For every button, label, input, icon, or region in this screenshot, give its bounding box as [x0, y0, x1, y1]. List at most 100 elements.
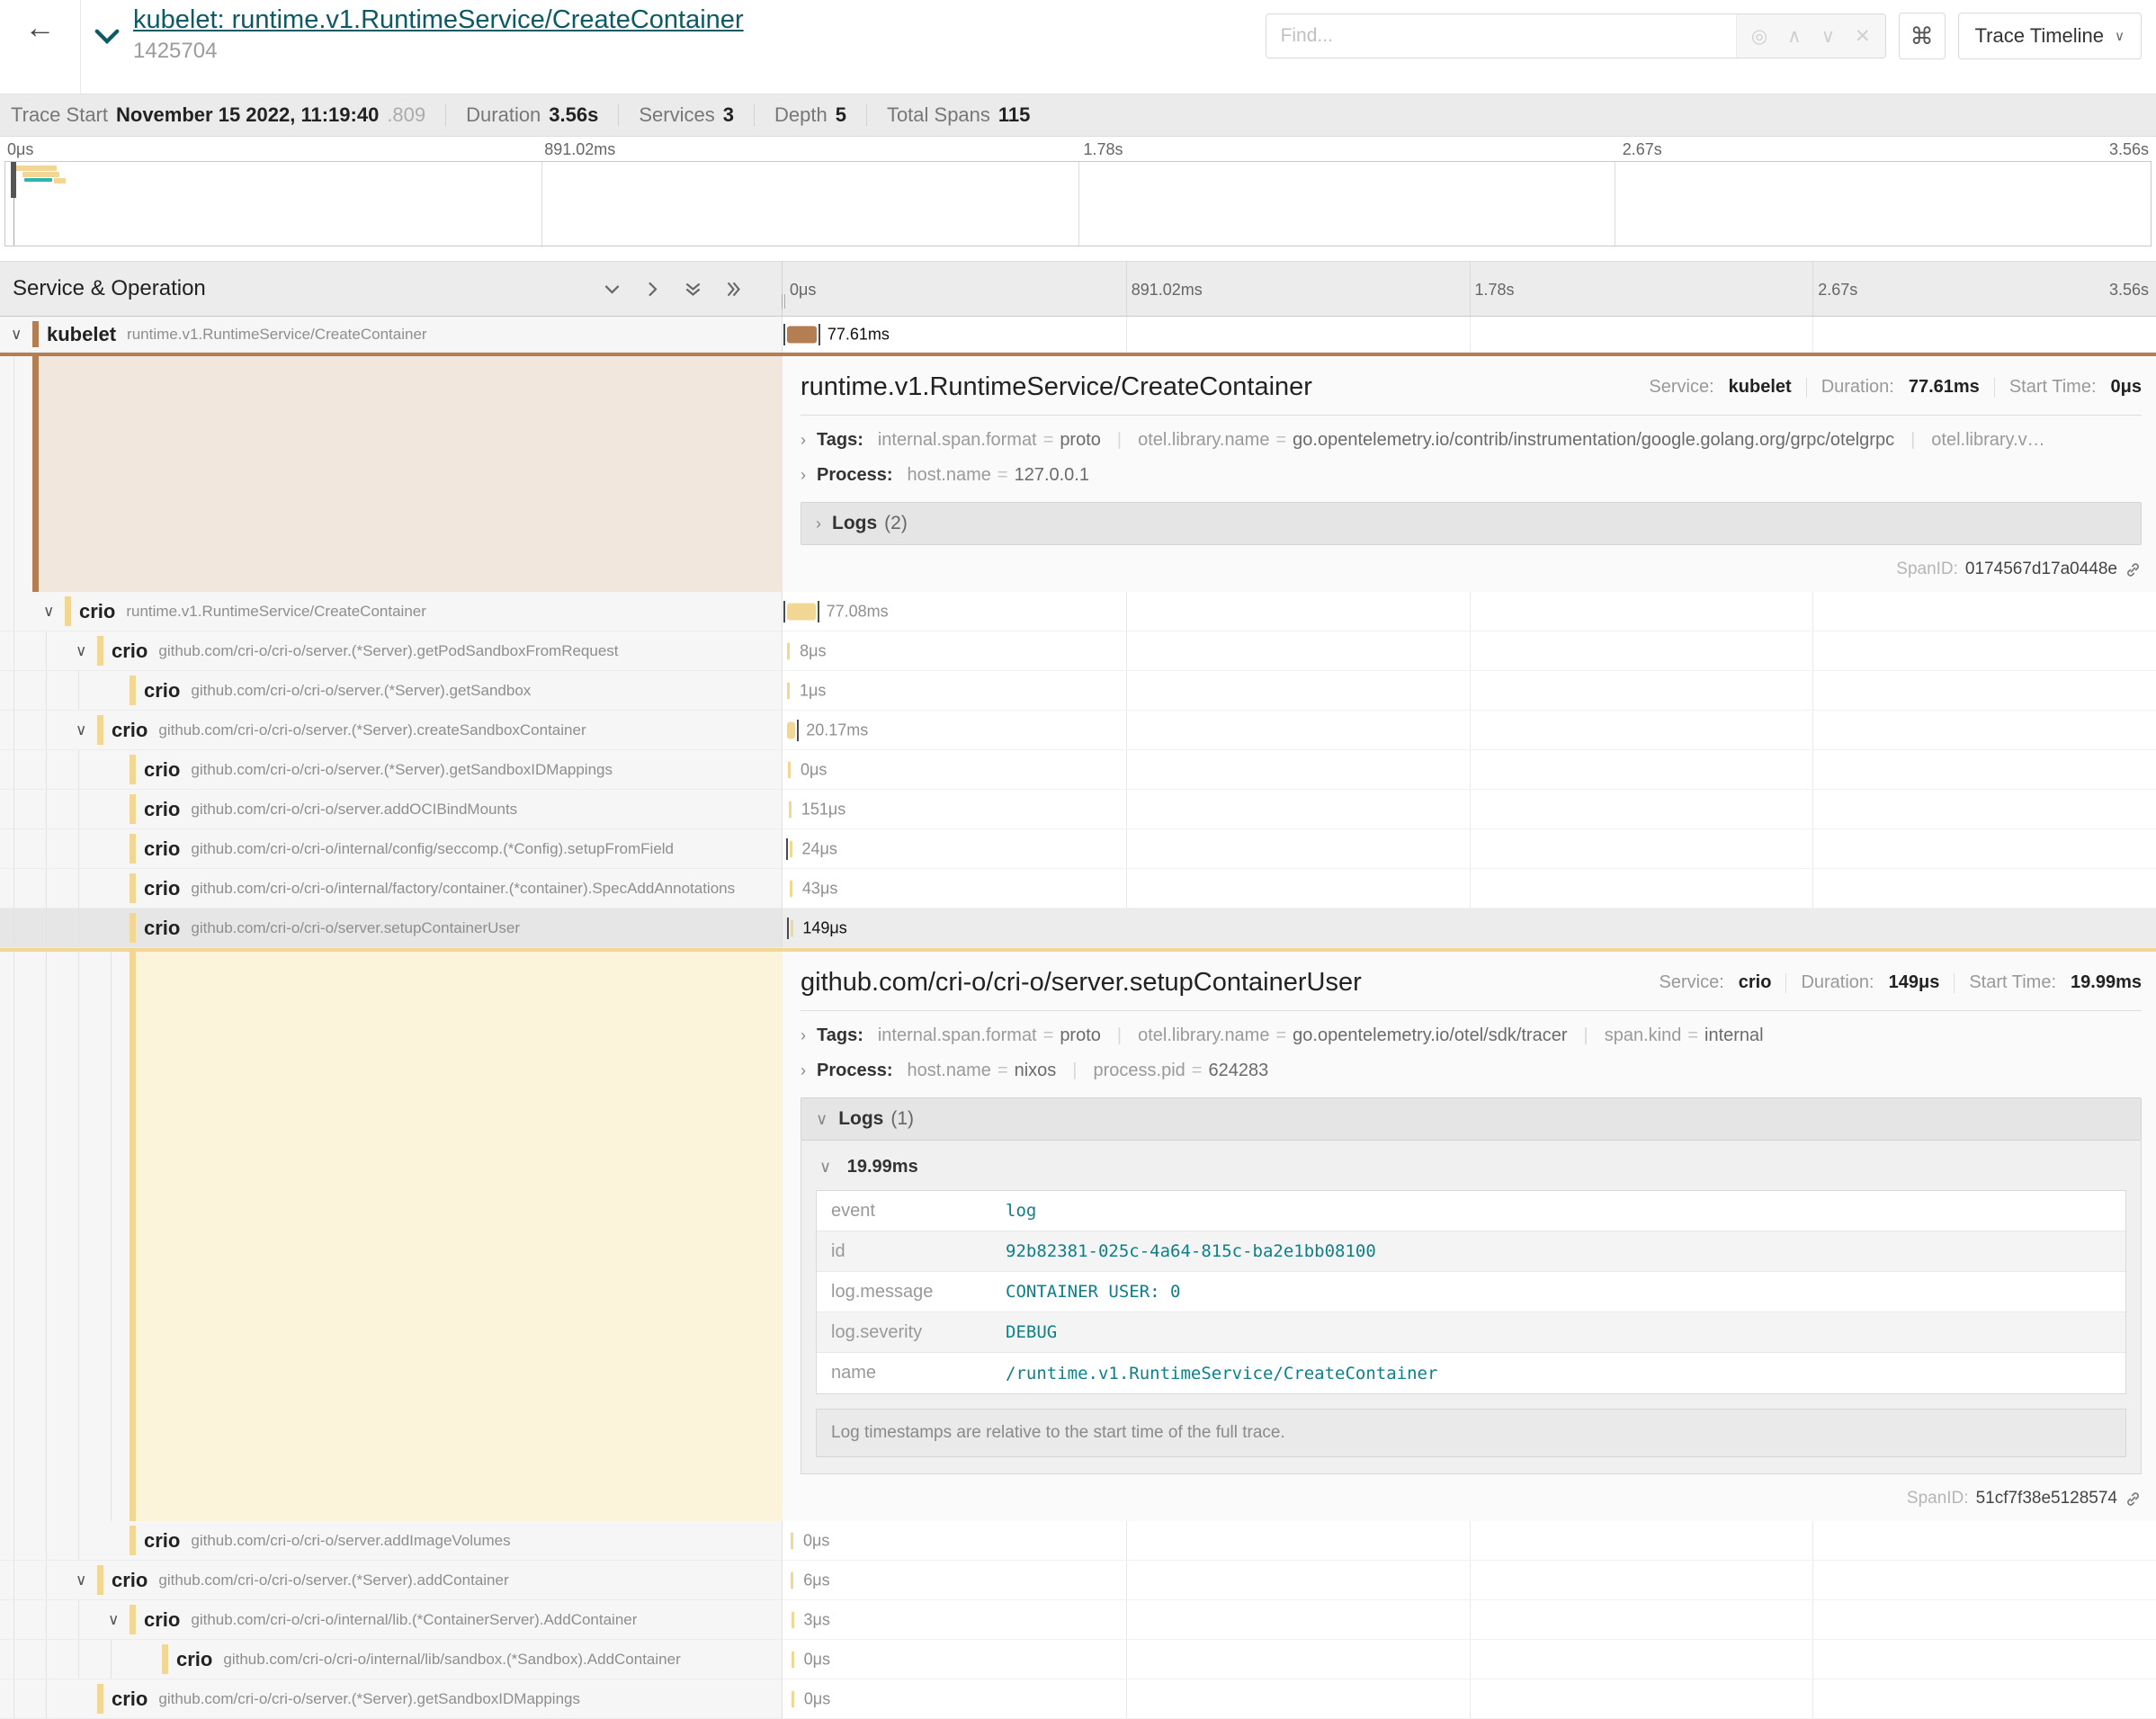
span-duration-bar[interactable]: [789, 801, 792, 818]
span-row[interactable]: ∨crioruntime.v1.RuntimeService/CreateCon…: [0, 592, 2156, 631]
span-row-timeline[interactable]: 43μs: [783, 869, 2156, 909]
trace-header-collapse-toggle[interactable]: [94, 27, 121, 94]
span-row-name[interactable]: ∨crioruntime.v1.RuntimeService/CreateCon…: [0, 592, 783, 631]
span-row-name[interactable]: criogithub.com/cri-o/cri-o/server.addOCI…: [0, 790, 783, 829]
find-clear-icon[interactable]: ✕: [1855, 25, 1871, 48]
span-row[interactable]: ∨criogithub.com/cri-o/cri-o/internal/lib…: [0, 1600, 2156, 1640]
span-row-name[interactable]: ∨criogithub.com/cri-o/cri-o/server.(*Ser…: [0, 1561, 783, 1600]
span-duration-bar[interactable]: [791, 919, 793, 936]
span-row[interactable]: ∨criogithub.com/cri-o/cri-o/server.(*Ser…: [0, 711, 2156, 750]
timeline-tick-label: 3.56s: [2109, 281, 2149, 300]
span-duration-bar[interactable]: [787, 603, 815, 620]
chevron-down-icon[interactable]: ∨: [76, 721, 86, 739]
indent-guide: [111, 1640, 112, 1679]
span-row-name[interactable]: ∨criogithub.com/cri-o/cri-o/server.(*Ser…: [0, 631, 783, 671]
locate-span-icon[interactable]: ◎: [1751, 25, 1767, 48]
logs-accordion[interactable]: › Logs (2): [801, 502, 2142, 545]
log-entry-toggle[interactable]: ∨ 19.99ms: [819, 1157, 2126, 1177]
kv-pair: process.pid=624283: [1093, 1061, 1268, 1081]
span-duration-bar[interactable]: [792, 1690, 794, 1707]
process-accordion[interactable]: › Process: host.name=127.0.0.1: [801, 465, 2142, 486]
span-duration-bar[interactable]: [787, 642, 790, 659]
keyboard-shortcuts-button[interactable]: ⌘: [1899, 13, 1946, 59]
span-row-name[interactable]: ∨criogithub.com/cri-o/cri-o/server.(*Ser…: [0, 711, 783, 750]
chevron-down-icon[interactable]: ∨: [76, 1571, 86, 1589]
find-next-icon[interactable]: ∨: [1821, 25, 1835, 48]
find-input[interactable]: [1266, 14, 1736, 58]
collapse-all-icon[interactable]: [684, 281, 702, 298]
span-row[interactable]: criogithub.com/cri-o/cri-o/server.(*Serv…: [0, 750, 2156, 790]
span-row-timeline[interactable]: 24μs: [783, 829, 2156, 869]
span-row[interactable]: ∨kubeletruntime.v1.RuntimeService/Create…: [0, 317, 2156, 353]
trace-title-link[interactable]: kubelet: runtime.v1.RuntimeService/Creat…: [133, 5, 744, 35]
copy-link-icon[interactable]: [2125, 561, 2142, 578]
chevron-down-icon[interactable]: ∨: [76, 642, 86, 660]
span-row[interactable]: criogithub.com/cri-o/cri-o/internal/lib/…: [0, 1640, 2156, 1679]
span-row-timeline[interactable]: 77.08ms: [783, 592, 2156, 631]
span-row-timeline[interactable]: 149μs: [783, 909, 2156, 948]
chevron-down-icon[interactable]: ∨: [108, 1611, 119, 1629]
meta-value: 5: [836, 103, 846, 127]
span-row[interactable]: ∨criogithub.com/cri-o/cri-o/server.(*Ser…: [0, 631, 2156, 671]
span-row-timeline[interactable]: 77.61ms: [783, 317, 2156, 353]
span-row-name[interactable]: ∨criogithub.com/cri-o/cri-o/internal/lib…: [0, 1600, 783, 1640]
span-duration-bar[interactable]: [788, 761, 791, 778]
logs-accordion[interactable]: ∨ Logs (1): [801, 1097, 2142, 1141]
span-row[interactable]: criogithub.com/cri-o/cri-o/internal/fact…: [0, 869, 2156, 909]
view-selector-dropdown[interactable]: Trace Timeline ∨: [1958, 13, 2142, 59]
tags-accordion[interactable]: › Tags: internal.span.format=proto|otel.…: [801, 430, 2142, 451]
span-row[interactable]: criogithub.com/cri-o/cri-o/server.addOCI…: [0, 790, 2156, 829]
span-row-timeline[interactable]: 0μs: [783, 1679, 2156, 1719]
trace-minimap[interactable]: [4, 161, 2152, 246]
span-duration-bar[interactable]: [787, 326, 817, 343]
span-duration-bar[interactable]: [787, 682, 790, 699]
span-row-timeline[interactable]: 3μs: [783, 1600, 2156, 1640]
span-row-name[interactable]: criogithub.com/cri-o/cri-o/server.(*Serv…: [0, 1679, 783, 1719]
indent-guide: [13, 1640, 14, 1679]
span-row-name[interactable]: criogithub.com/cri-o/cri-o/server.setupC…: [0, 909, 783, 948]
span-row[interactable]: criogithub.com/cri-o/cri-o/server.(*Serv…: [0, 671, 2156, 711]
chevron-down-icon[interactable]: ∨: [11, 326, 22, 344]
span-row-name[interactable]: criogithub.com/cri-o/cri-o/server.(*Serv…: [0, 671, 783, 711]
minimap-drag-handle[interactable]: [11, 162, 16, 198]
span-duration-bar[interactable]: [790, 880, 792, 897]
span-row-name[interactable]: criogithub.com/cri-o/cri-o/server.(*Serv…: [0, 750, 783, 790]
span-row[interactable]: criogithub.com/cri-o/cri-o/server.(*Serv…: [0, 1679, 2156, 1719]
copy-link-icon[interactable]: [2125, 1491, 2142, 1508]
process-accordion[interactable]: › Process: host.name=nixos|process.pid=6…: [801, 1061, 2142, 1081]
tags-accordion[interactable]: › Tags: internal.span.format=proto|otel.…: [801, 1025, 2142, 1046]
expand-one-icon[interactable]: [644, 281, 661, 298]
span-duration-bar[interactable]: [792, 1611, 794, 1628]
chevron-down-icon[interactable]: ∨: [43, 603, 54, 621]
span-row-timeline[interactable]: 1μs: [783, 671, 2156, 711]
span-row-name[interactable]: ∨kubeletruntime.v1.RuntimeService/Create…: [0, 317, 783, 353]
span-row-timeline[interactable]: 0μs: [783, 1521, 2156, 1561]
kv-separator: |: [1072, 1061, 1077, 1081]
span-duration-bar[interactable]: [790, 840, 792, 857]
span-row-timeline[interactable]: 6μs: [783, 1561, 2156, 1600]
span-row-name[interactable]: criogithub.com/cri-o/cri-o/internal/lib/…: [0, 1640, 783, 1679]
span-row-timeline[interactable]: 8μs: [783, 631, 2156, 671]
span-row-timeline[interactable]: 20.17ms: [783, 711, 2156, 750]
expand-all-icon[interactable]: [725, 281, 742, 298]
span-row-timeline[interactable]: 151μs: [783, 790, 2156, 829]
meta-item: Services3: [639, 103, 734, 127]
span-duration-bar[interactable]: [791, 1532, 793, 1549]
collapse-one-icon[interactable]: [604, 281, 621, 298]
span-duration-bar[interactable]: [792, 1651, 794, 1668]
span-row-name[interactable]: criogithub.com/cri-o/cri-o/internal/conf…: [0, 829, 783, 869]
span-row-timeline[interactable]: 0μs: [783, 750, 2156, 790]
kv-equals: =: [1275, 430, 1286, 450]
span-row[interactable]: criogithub.com/cri-o/cri-o/server.addIma…: [0, 1521, 2156, 1561]
span-duration-bar[interactable]: [787, 721, 795, 739]
find-prev-icon[interactable]: ∧: [1787, 25, 1801, 48]
span-duration-bar[interactable]: [791, 1571, 793, 1589]
span-row-name[interactable]: criogithub.com/cri-o/cri-o/internal/fact…: [0, 869, 783, 909]
span-row-timeline[interactable]: 0μs: [783, 1640, 2156, 1679]
kv-pair: otel.library.v…: [1931, 430, 2044, 451]
span-row[interactable]: criogithub.com/cri-o/cri-o/server.setupC…: [0, 909, 2156, 948]
span-row-name[interactable]: criogithub.com/cri-o/cri-o/server.addIma…: [0, 1521, 783, 1561]
back-button[interactable]: ←: [0, 0, 81, 94]
span-row[interactable]: criogithub.com/cri-o/cri-o/internal/conf…: [0, 829, 2156, 869]
span-row[interactable]: ∨criogithub.com/cri-o/cri-o/server.(*Ser…: [0, 1561, 2156, 1600]
